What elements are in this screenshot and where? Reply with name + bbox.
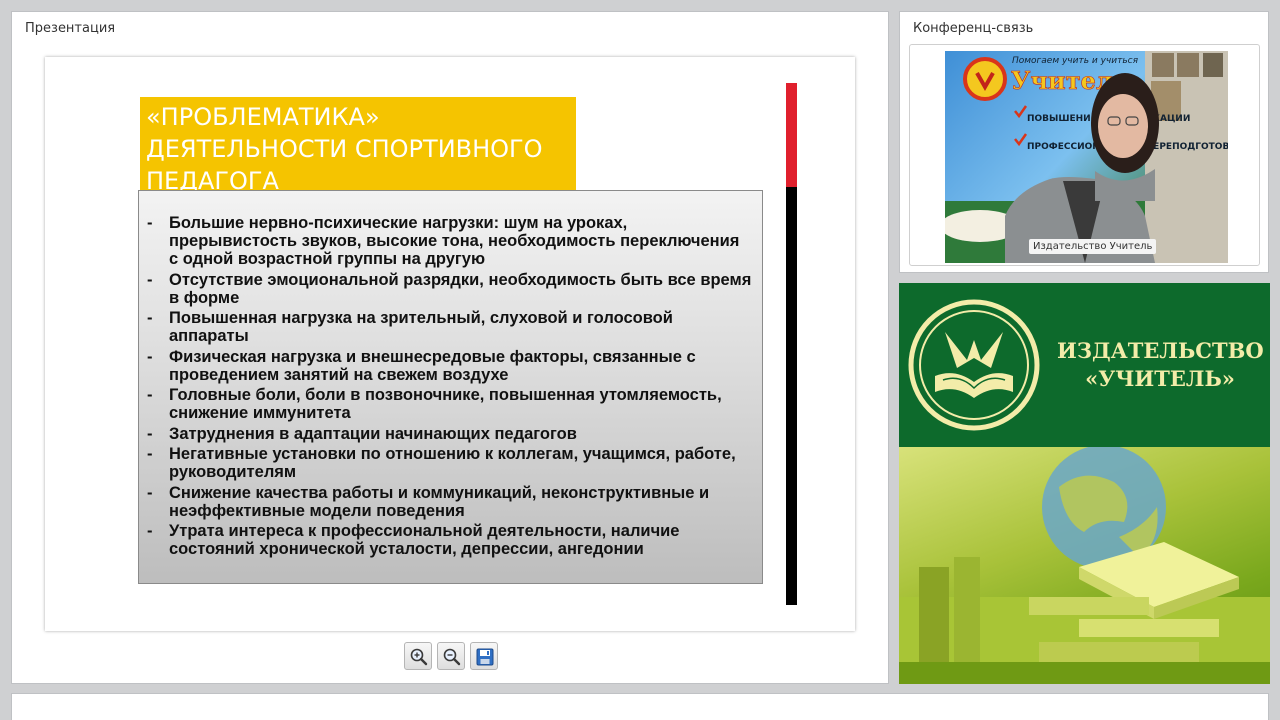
- slide-bullet: - Головные боли, боли в позвоночнике, пов…: [147, 386, 753, 422]
- conference-panel-title: Конференц-связь: [913, 21, 1034, 36]
- slide-black-bar: [786, 187, 797, 605]
- books-globe-illustration: [899, 445, 1270, 684]
- zoom-in-button[interactable]: [404, 642, 432, 670]
- bullet-dash: -: [147, 214, 153, 232]
- slide-bullet: - Утрата интереса к профессиональной деят…: [147, 522, 753, 558]
- bullet-text: Повышенная нагрузка на зрительный, слухо…: [169, 309, 673, 345]
- zoom-out-icon: [443, 648, 461, 666]
- slide-bullet: - Затруднения в адаптации начинающих педа…: [147, 425, 753, 443]
- bullet-text: Негативные установки по отношению к колл…: [169, 445, 736, 481]
- bullet-dash: -: [147, 424, 153, 443]
- save-icon: [476, 648, 494, 666]
- save-button[interactable]: [470, 642, 498, 670]
- book-logo-icon: [908, 299, 1040, 431]
- zoom-out-button[interactable]: [437, 642, 465, 670]
- slide-bullet-list: - Большие нервно-психические нагрузки: шу…: [147, 214, 753, 561]
- bullet-dash: -: [147, 347, 153, 366]
- slide-title-box: «ПРОБЛЕМАТИКА» ДЕЯТЕЛЬНОСТИ СПОРТИВНОГО …: [140, 97, 576, 191]
- bullet-dash: -: [147, 522, 153, 540]
- bullet-text: Головные боли, боли в позвоночнике, повы…: [169, 386, 722, 422]
- bullet-text: Отсутствие эмоциональной разрядки, необх…: [169, 270, 752, 307]
- bullet-text: Физическая нагрузка и внешнесредовые фак…: [169, 347, 696, 384]
- participant-video[interactable]: Помогаем учить и учиться Учитель ПОВЫШЕН…: [945, 51, 1228, 263]
- bullet-text: Утрата интереса к профессиональной деяте…: [169, 522, 680, 558]
- zoom-in-icon: [410, 648, 428, 666]
- bottom-panel: [11, 693, 1269, 720]
- video-scene: Помогаем учить и учиться Учитель ПОВЫШЕН…: [945, 51, 1228, 263]
- bullet-dash: -: [147, 309, 153, 327]
- participant-name-label: Издательство Учитель: [1029, 239, 1157, 254]
- slide-red-bar: [786, 83, 797, 187]
- bullet-dash: -: [147, 270, 153, 289]
- publisher-banner-header: ИЗДАТЕЛЬСТВО «УЧИТЕЛЬ»: [899, 283, 1270, 447]
- presentation-panel: Презентация «ПРОБЛЕМАТИКА» ДЕЯТЕЛЬНОСТИ …: [11, 11, 889, 684]
- bullet-dash: -: [147, 483, 153, 502]
- publisher-name: ИЗДАТЕЛЬСТВО «УЧИТЕЛЬ»: [1057, 338, 1264, 391]
- publisher-banner-photo: [899, 445, 1270, 684]
- bullet-dash: -: [147, 386, 153, 404]
- bullet-dash: -: [147, 445, 153, 463]
- presentation-panel-title: Презентация: [25, 21, 116, 36]
- slide-bullet: - Отсутствие эмоциональной разрядки, необ…: [147, 271, 753, 307]
- slide-bullet: - Повышенная нагрузка на зрительный, слух…: [147, 309, 753, 345]
- slide: «ПРОБЛЕМАТИКА» ДЕЯТЕЛЬНОСТИ СПОРТИВНОГО …: [45, 57, 855, 631]
- publisher-banner[interactable]: ИЗДАТЕЛЬСТВО «УЧИТЕЛЬ»: [899, 283, 1270, 684]
- bullet-text: Снижение качества работы и коммуникаций,…: [169, 483, 710, 520]
- slide-bullet: - Негативные установки по отношению к кол…: [147, 445, 753, 481]
- slide-bullet: - Снижение качества работы и коммуникаций…: [147, 484, 753, 520]
- bullet-text: Затруднения в адаптации начинающих педаг…: [169, 424, 577, 443]
- slide-content-box: - Большие нервно-психические нагрузки: шу…: [138, 190, 763, 584]
- video-frame: Помогаем учить и учиться Учитель ПОВЫШЕН…: [909, 44, 1260, 266]
- slide-bullet: - Физическая нагрузка и внешнесредовые фа…: [147, 348, 753, 384]
- slide-title: «ПРОБЛЕМАТИКА» ДЕЯТЕЛЬНОСТИ СПОРТИВНОГО …: [146, 103, 543, 191]
- bullet-text: Большие нервно-психические нагрузки: шум…: [169, 214, 740, 268]
- slide-bullet: - Большие нервно-психические нагрузки: шу…: [147, 214, 753, 268]
- video-banner-tagline: Помогаем учить и учиться: [1012, 56, 1139, 66]
- conference-panel: Конференц-связь Помогаем учить и учиться…: [899, 11, 1269, 273]
